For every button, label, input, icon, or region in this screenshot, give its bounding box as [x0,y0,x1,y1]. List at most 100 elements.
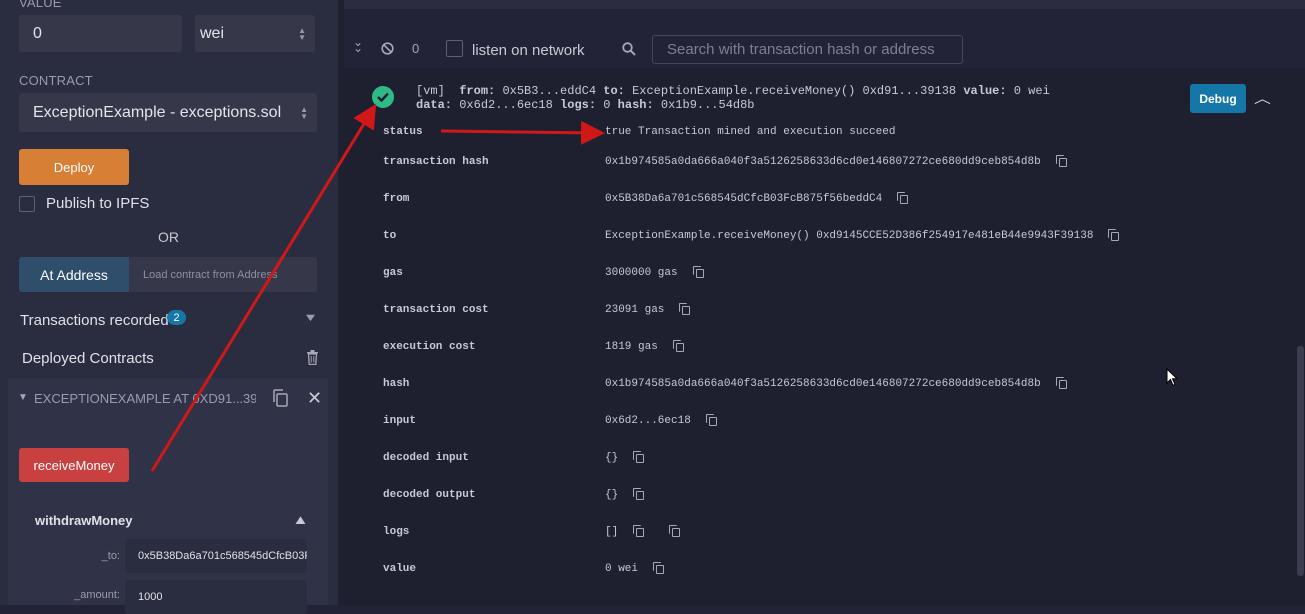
tx-to: ExceptionExample.receiveMoney() 0xd91...… [632,84,957,98]
row-value-status: true Transaction mined and execution suc… [605,126,895,138]
copy-icon[interactable] [705,413,717,426]
transactions-count-badge: 2 [167,310,186,325]
value-input[interactable]: 0 [19,15,182,52]
row-key-hash: hash [383,378,410,390]
copy-icon[interactable] [1055,154,1067,167]
row-value-to: ExceptionExample.receiveMoney() 0xd9145C… [605,228,1120,242]
from-value: 0x5B38Da6a701c568545dCfcB03FcB875f56bedd… [605,193,883,205]
input-value: 0x6d2...6ec18 [605,415,691,427]
search-icon [622,42,636,56]
collapse-tx-icon[interactable]: ︿ [1254,88,1271,107]
console-scrollbar-thumb[interactable] [1297,346,1304,576]
load-address-input[interactable]: Load contract from Address [129,257,317,292]
tx-vm-prefix: [vm] [416,84,445,98]
contract-label: CONTRACT [19,73,93,88]
instance-name: EXCEPTIONEXAMPLE AT 0XD91...39138 [34,391,256,406]
row-value-transaction-hash: 0x1b974585a0da666a040f3a5126258633d6cd0e… [605,154,1067,168]
amount-param-value: 1000 [138,591,163,603]
editor-bottom-edge [344,0,1305,9]
row-key-to: to [383,230,397,242]
or-label: OR [158,229,179,245]
unit-select[interactable]: wei ▲ ▼ [195,15,315,52]
deployed-contracts-label: Deployed Contracts [22,350,154,367]
deploy-button[interactable]: Deploy [19,149,129,185]
copy-icon[interactable] [692,265,704,278]
decoded-input-value: {} [605,452,619,464]
row-key-transaction-cost: transaction cost [383,304,489,316]
contract-select[interactable]: ExceptionExample - exceptions.sol ▲ ▼ [19,93,317,132]
deployed-instance: ▼ EXCEPTIONEXAMPLE AT 0XD91...39138 ✕ re… [8,378,328,614]
tx-from: 0x5B3...eddC4 [502,84,597,98]
row-key-input: input [383,415,417,427]
copy-icon[interactable] [633,524,645,537]
row-value-hash: 0x1b974585a0da666a040f3a5126258633d6cd0e… [605,376,1067,390]
tx-logs: 0 [603,98,611,112]
at-address-button[interactable]: At Address [19,257,129,292]
tx-to-key: to: [603,84,625,98]
tx-value: 0 wei [1013,84,1050,98]
tx-summary-line2[interactable]: data: 0x6d2...6ec18 logs: 0 hash: 0x1b9.… [416,98,755,112]
transaction-hash-value: 0x1b974585a0da666a040f3a5126258633d6cd0e… [605,156,1041,168]
row-key-gas: gas [383,267,403,279]
tx-data-key: data: [416,98,453,112]
row-key-status: status [383,126,423,138]
pending-count: 0 [412,41,420,56]
console-scrollbar-track[interactable] [1296,68,1305,605]
row-value-execution-cost: 1819 gas [605,339,684,353]
withdraw-money-label: withdrawMoney [35,513,133,528]
publish-ipfs-label: Publish to IPFS [46,195,150,212]
to-param-label: _to: [101,550,120,562]
unit-select-text: wei [200,24,225,42]
hash-value: 0x1b974585a0da666a040f3a5126258633d6cd0e… [605,378,1041,390]
transactions-recorded-label: Transactions recorded [20,312,169,329]
close-icon[interactable]: ✕ [307,388,322,409]
gas-value: 3000000 gas [605,267,678,279]
select-arrows-icon: ▲ ▼ [298,25,306,42]
row-value-logs: [] [605,524,681,538]
tx-summary-line1[interactable]: [vm] from: 0x5B3...eddC4 to: ExceptionEx… [416,84,1050,98]
publish-ipfs-checkbox[interactable] [19,196,35,212]
copy-icon[interactable] [1108,228,1120,241]
row-value-input: 0x6d2...6ec18 [605,413,717,427]
to-param-input[interactable]: 0x5B38Da6a701c568545dCfcB03FcB875f56bedd… [125,539,307,573]
tx-value-key: value: [963,84,1007,98]
copy-icon[interactable] [897,191,909,204]
transaction-cost-value: 23091 gas [605,304,665,316]
search-placeholder: Search with transaction hash or address [667,41,935,58]
copy-icon[interactable] [272,389,289,407]
row-key-transaction-hash: transaction hash [383,156,489,168]
collapse-terminal-icon[interactable]: ⌄ ⌄ [353,36,363,54]
search-input[interactable]: Search with transaction hash or address [652,35,963,64]
copy-icon[interactable] [653,561,665,574]
row-value-value: 0 wei [605,561,665,575]
amount-param-input[interactable]: 1000 [125,580,307,614]
row-key-decoded-input: decoded input [383,452,469,464]
amount-param-label: _amount: [74,589,120,601]
receive-money-button[interactable]: receiveMoney [19,448,129,482]
row-value-from: 0x5B38Da6a701c568545dCfcB03FcB875f56bedd… [605,191,909,205]
tx-hash: 0x1b9...54d8b [660,98,755,112]
listen-network-checkbox[interactable] [446,40,463,57]
copy-icon[interactable] [633,487,645,500]
contract-select-text: ExceptionExample - exceptions.sol [33,103,282,121]
select-arrows-icon: ▲ ▼ [300,104,308,121]
chevron-down-icon[interactable]: ▼ [303,312,318,324]
value-label: VALUE [19,0,62,10]
chevron-up-icon[interactable]: ▲ [292,512,309,527]
row-key-value: value [383,563,417,575]
debug-button[interactable]: Debug [1190,84,1246,113]
copy-icon[interactable] [669,524,681,537]
copy-icon[interactable] [633,450,645,463]
row-value-decoded-output: {} [605,487,645,501]
tx-data: 0x6d2...6ec18 [459,98,553,112]
status-value: true Transaction mined and execution suc… [605,126,896,138]
row-key-execution-cost: execution cost [383,341,476,353]
copy-icon[interactable] [1055,376,1067,389]
trash-icon[interactable] [306,350,319,365]
clear-console-icon[interactable] [381,42,394,55]
instance-chevron-icon[interactable]: ▼ [18,392,28,403]
tx-logs-key: logs: [560,98,597,112]
logs-value: [] [605,526,619,538]
copy-icon[interactable] [672,339,684,352]
copy-icon[interactable] [679,302,691,315]
